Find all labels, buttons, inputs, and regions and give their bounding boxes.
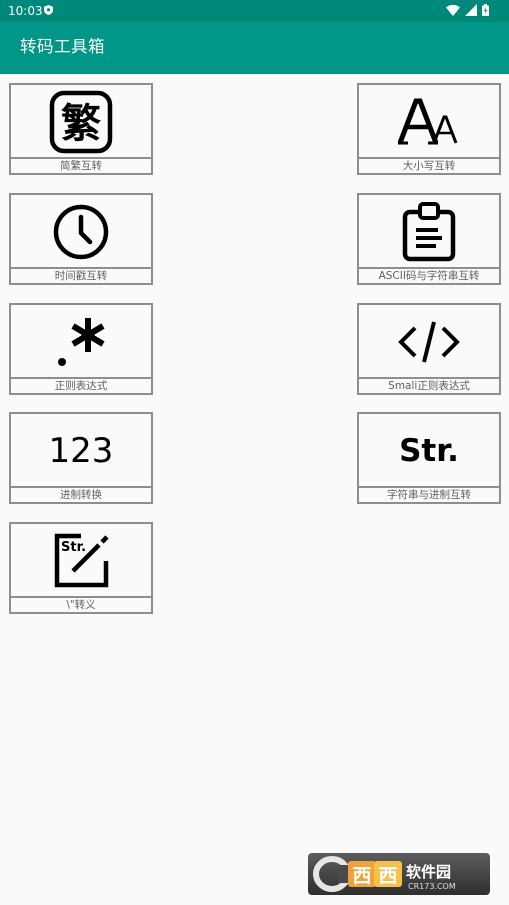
svg-text:西: 西 xyxy=(352,865,371,887)
app-bar: 转码工具箱 xyxy=(0,22,509,74)
tool-label: 字符串与进制互转 xyxy=(359,486,499,502)
signal-icon xyxy=(465,4,477,16)
watermark-logo: 西 西 软件园 CR173.COM xyxy=(308,853,490,895)
tool-label: 大小写互转 xyxy=(359,157,499,173)
tool-label: \"转义 xyxy=(11,596,151,612)
str-edit-glyph: Str. xyxy=(61,540,86,555)
wifi-icon xyxy=(446,4,460,16)
font-case-icon xyxy=(398,98,458,145)
regex-icon xyxy=(58,318,105,366)
status-bar: 10:03 xyxy=(0,0,509,22)
svg-text:软件园: 软件园 xyxy=(406,863,451,881)
tool-label: Smali正则表达式 xyxy=(359,377,499,393)
watermark-logo-art: 西 西 软件园 CR173.COM xyxy=(313,856,456,892)
tool-case-convert[interactable]: 大小写互转 xyxy=(357,83,501,175)
tool-label: ASCII码与字符串互转 xyxy=(359,267,499,283)
tool-smali-regex[interactable]: Smali正则表达式 xyxy=(357,303,501,395)
tool-regex[interactable]: 正则表达式 xyxy=(9,303,153,395)
traditional-char-icon: 繁 xyxy=(49,90,113,154)
numbers-icon: 123 xyxy=(48,431,114,471)
tool-label: 简繁互转 xyxy=(11,157,151,173)
tool-escape[interactable]: Str. \"转义 xyxy=(9,522,153,614)
watermark-sub: CR173.COM xyxy=(408,882,456,891)
traditional-char-glyph: 繁 xyxy=(61,101,101,147)
status-time: 10:03 xyxy=(8,4,43,18)
clipboard-icon xyxy=(402,202,456,262)
battery-icon xyxy=(482,4,489,16)
svg-text:西: 西 xyxy=(378,865,397,887)
shield-icon xyxy=(44,5,53,15)
str-edit-icon: Str. xyxy=(54,533,109,588)
tool-label: 进制转换 xyxy=(11,486,151,502)
app-title: 转码工具箱 xyxy=(20,37,105,56)
tool-string-radix-convert[interactable]: Str. 字符串与进制互转 xyxy=(357,412,501,504)
str-icon: Str. xyxy=(399,433,459,469)
code-icon xyxy=(398,321,460,363)
tool-radix-convert[interactable]: 123 进制转换 xyxy=(9,412,153,504)
tool-timestamp-convert[interactable]: 时间戳互转 xyxy=(9,193,153,285)
tool-label: 时间戳互转 xyxy=(11,267,151,283)
tool-label: 正则表达式 xyxy=(11,377,151,393)
clock-icon xyxy=(53,204,109,260)
tool-ascii-string-convert[interactable]: ASCII码与字符串互转 xyxy=(357,193,501,285)
tool-simplified-traditional[interactable]: 繁 简繁互转 xyxy=(9,83,153,175)
status-icons xyxy=(446,4,489,16)
